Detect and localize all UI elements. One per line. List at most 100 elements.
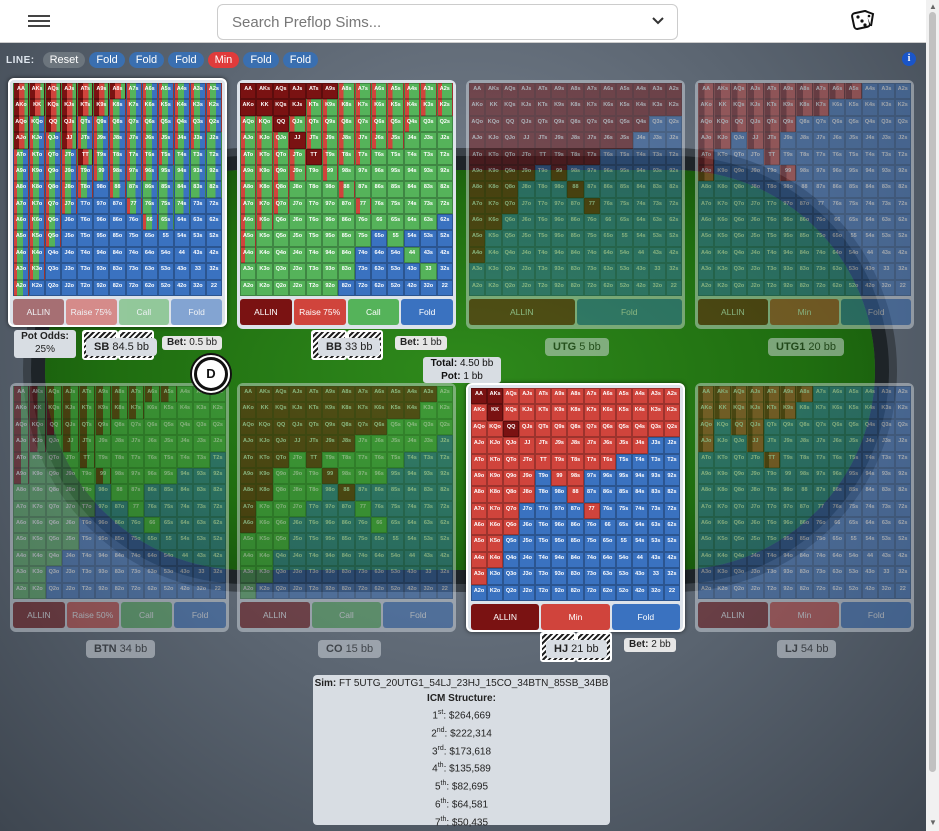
hand-cell[interactable]: Q2o xyxy=(730,582,748,599)
hand-cell[interactable]: KJs xyxy=(518,99,535,116)
hand-cell[interactable]: KK xyxy=(29,402,46,419)
hand-cell[interactable]: ATs xyxy=(535,388,552,405)
hand-cell[interactable]: K6o xyxy=(714,517,731,534)
hand-cell[interactable]: 72s xyxy=(894,197,911,215)
hand-cell[interactable]: A7o xyxy=(13,500,30,518)
hand-cell[interactable]: 95s xyxy=(157,164,174,182)
hand-cell[interactable]: JTo xyxy=(289,148,306,165)
hand-cell[interactable]: 52s xyxy=(663,535,680,552)
hand-cell[interactable]: 64s xyxy=(403,517,421,534)
hand-cell[interactable]: TT xyxy=(305,451,322,468)
hand-cell[interactable]: 98o xyxy=(779,181,797,198)
hand-cell[interactable]: A8s xyxy=(567,83,584,100)
hand-cell[interactable]: Q8o xyxy=(45,181,62,198)
hand-cell[interactable]: K3s xyxy=(420,99,437,116)
hand-cell[interactable]: J7s xyxy=(583,437,600,454)
hand-cell[interactable]: A4s xyxy=(403,83,421,100)
hand-cell[interactable]: A8o xyxy=(469,181,486,198)
hand-cell[interactable]: J7o xyxy=(62,500,79,518)
hand-cell[interactable]: AA xyxy=(698,83,715,100)
hand-cell[interactable]: QTs xyxy=(78,418,95,436)
hand-cell[interactable]: A2o xyxy=(13,279,30,296)
hand-cell[interactable]: T3o xyxy=(305,263,322,280)
hand-cell[interactable]: 93o xyxy=(779,263,797,280)
hand-cell[interactable]: J4s xyxy=(861,132,879,149)
hand-cell[interactable]: J2s xyxy=(894,435,911,452)
hand-cell[interactable]: 65o xyxy=(371,533,388,550)
seat-btn[interactable]: BTN 34 bb xyxy=(86,640,156,658)
hand-cell[interactable]: 84s xyxy=(861,181,879,198)
hand-cell[interactable]: K8s xyxy=(796,402,813,419)
range-panel-utg[interactable]: AA AKs AQs AJs ATs A9s A8s A7s A6s A5s A4s A3s A2s AK… xyxy=(466,80,685,329)
hand-cell[interactable]: 77 xyxy=(354,500,372,518)
hand-cell[interactable]: Q9o xyxy=(272,164,290,182)
hand-cell[interactable]: A9s xyxy=(779,386,797,403)
hand-cell[interactable]: KQo xyxy=(256,418,273,436)
hand-cell[interactable]: A9s xyxy=(551,388,568,405)
hand-cell[interactable]: AJo xyxy=(471,437,488,454)
hand-cell[interactable]: 98o xyxy=(321,484,339,501)
seat-sb[interactable]: SB 84.5 bb xyxy=(86,338,158,356)
hand-cell[interactable]: A3o xyxy=(13,566,30,583)
hand-cell[interactable]: 96o xyxy=(93,214,110,231)
hand-cell[interactable]: KQo xyxy=(485,115,502,133)
hand-cell[interactable]: T5s xyxy=(615,453,632,470)
hand-cell[interactable]: QQ xyxy=(45,115,62,133)
hand-cell[interactable]: 32o xyxy=(420,279,437,296)
range-panel-lj[interactable]: AA AKs AQs AJs ATs A9s A8s A7s A6s A5s A4s A3s A2s AK… xyxy=(695,383,914,632)
hand-cell[interactable]: Q3s xyxy=(878,115,895,133)
hand-cell[interactable]: K3o xyxy=(256,263,273,280)
hand-cell[interactable]: T6s xyxy=(144,451,161,468)
hand-cell[interactable]: Q9s xyxy=(94,418,112,436)
hand-cell[interactable]: K5o xyxy=(714,230,731,247)
hand-cell[interactable]: 76s xyxy=(829,500,846,518)
hand-cell[interactable]: A9o xyxy=(13,164,30,182)
hand-cell[interactable]: 53o xyxy=(387,566,404,583)
hand-cell[interactable]: 87s xyxy=(125,181,142,198)
hand-cell[interactable]: 84s xyxy=(403,484,421,501)
hand-cell[interactable]: 84s xyxy=(632,181,650,198)
hand-cell[interactable]: A4s xyxy=(173,83,190,100)
hand-cell[interactable]: 87s xyxy=(127,484,145,501)
hand-cell[interactable]: 43o xyxy=(403,566,421,583)
hand-cell[interactable]: 83s xyxy=(420,484,437,501)
hand-cell[interactable]: 73s xyxy=(420,197,437,215)
hand-cell[interactable]: J9o xyxy=(747,164,764,182)
hand-cell[interactable]: 33 xyxy=(420,263,437,280)
hand-cell[interactable]: 87s xyxy=(583,181,601,198)
hand-cell[interactable]: 32o xyxy=(878,279,895,296)
hand-cell[interactable]: Q2s xyxy=(663,420,680,438)
hand-cell[interactable]: KQs xyxy=(45,99,62,116)
hand-cell[interactable]: JTo xyxy=(747,148,764,165)
hand-cell[interactable]: ATs xyxy=(763,386,780,403)
hand-cell[interactable]: T8o xyxy=(535,486,552,503)
hand-cell[interactable]: QTs xyxy=(305,418,322,436)
hand-cell[interactable]: 98s xyxy=(338,467,355,485)
hand-cell[interactable]: Q8s xyxy=(338,115,355,133)
hand-cell[interactable]: A2s xyxy=(894,386,911,403)
hand-cell[interactable]: 54o xyxy=(157,246,174,264)
hand-cell[interactable]: T8s xyxy=(567,453,584,470)
hand-cell[interactable]: 62s xyxy=(894,214,911,231)
hand-cell[interactable]: K9o xyxy=(256,164,273,182)
hand-cell[interactable]: AA xyxy=(240,386,257,403)
seat-hj[interactable]: HJ 21 bb xyxy=(546,640,607,658)
action-button-fold[interactable]: Fold xyxy=(383,602,454,628)
hand-cell[interactable]: 73o xyxy=(354,566,372,583)
hand-cell[interactable]: T9s xyxy=(321,451,339,468)
hand-cell[interactable]: 82o xyxy=(567,584,584,601)
hand-cell[interactable]: JTo xyxy=(62,451,79,468)
hand-cell[interactable]: 53o xyxy=(615,568,632,585)
hand-cell[interactable]: QJs xyxy=(289,418,306,436)
hand-cell[interactable]: 63o xyxy=(829,263,846,280)
hand-cell[interactable]: A5s xyxy=(387,83,404,100)
hand-cell[interactable]: 54o xyxy=(845,549,862,567)
hand-cell[interactable]: 98s xyxy=(111,467,128,485)
hand-cell[interactable]: 86o xyxy=(567,519,584,536)
hand-cell[interactable]: Q3o xyxy=(501,263,519,280)
hand-cell[interactable]: JTs xyxy=(763,132,780,149)
hand-cell[interactable]: 72s xyxy=(209,500,226,518)
hand-cell[interactable]: 96s xyxy=(829,467,846,485)
hand-cell[interactable]: K4o xyxy=(487,551,504,569)
hand-cell[interactable]: T3s xyxy=(878,148,895,165)
